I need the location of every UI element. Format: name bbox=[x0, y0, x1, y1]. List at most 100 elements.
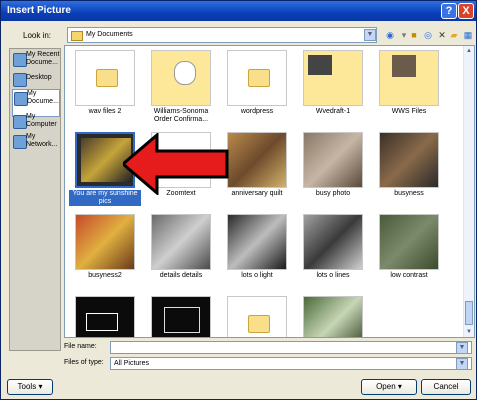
place-label: Desktop bbox=[26, 74, 52, 81]
folder-icon bbox=[248, 315, 270, 333]
arrow-icon bbox=[120, 131, 229, 197]
insert-picture-dialog: Insert Picture ? X Look in: My Documents… bbox=[0, 0, 477, 400]
file-name-label: File name: bbox=[64, 343, 97, 350]
file-label: low contrast bbox=[390, 272, 428, 279]
chevron-down-icon[interactable]: ▼ bbox=[456, 342, 468, 354]
file-thumbnail bbox=[151, 50, 211, 106]
folder-icon bbox=[248, 69, 270, 87]
window-title: Insert Picture bbox=[7, 5, 71, 16]
files-of-type-dropdown[interactable]: All Pictures bbox=[110, 357, 472, 370]
file-item[interactable]: low contrast bbox=[373, 212, 445, 304]
scroll-down-icon[interactable]: ▼ bbox=[465, 328, 473, 336]
folder-icon bbox=[71, 31, 83, 41]
cancel-button[interactable]: Cancel bbox=[421, 379, 471, 395]
file-thumbnail bbox=[303, 50, 363, 106]
new-folder-icon[interactable]: ▰ bbox=[449, 30, 459, 40]
file-thumbnail bbox=[303, 214, 363, 270]
look-in-dropdown[interactable]: My Documents ▼ bbox=[67, 27, 377, 43]
file-item[interactable]: lots o lines bbox=[297, 212, 369, 304]
file-thumbnail bbox=[379, 214, 439, 270]
file-item[interactable] bbox=[69, 294, 141, 337]
desktop-icon bbox=[13, 73, 27, 87]
file-item[interactable] bbox=[297, 294, 369, 337]
file-label: lots o light bbox=[241, 272, 273, 279]
scroll-thumb[interactable] bbox=[465, 301, 473, 325]
file-item[interactable] bbox=[221, 294, 293, 337]
file-label: lots o lines bbox=[316, 272, 350, 279]
file-label: details details bbox=[159, 272, 203, 279]
back-icon[interactable]: ◉ bbox=[385, 30, 395, 40]
file-label: Wvedraft-1 bbox=[315, 108, 351, 115]
places-bar: My Recent Docume... Desktop My Docume...… bbox=[9, 48, 61, 351]
diagram-icon bbox=[86, 313, 118, 331]
place-label: My Recent Docume... bbox=[26, 51, 60, 66]
file-thumbnail bbox=[227, 296, 287, 337]
red-arrow-annotation bbox=[120, 131, 231, 197]
file-label: busyness bbox=[394, 190, 424, 197]
file-label: busy photo bbox=[315, 190, 351, 197]
chevron-down-icon[interactable]: ▼ bbox=[364, 29, 376, 41]
file-item[interactable]: anniversary quilt bbox=[221, 130, 293, 222]
file-item[interactable] bbox=[145, 294, 217, 337]
file-thumbnail bbox=[75, 296, 135, 337]
file-item[interactable]: wav files 2 bbox=[69, 48, 141, 140]
file-label: Williams-Sonoma Order Confirma... bbox=[153, 108, 209, 123]
files-of-type-label: Files of type: bbox=[64, 359, 104, 366]
place-label: My Network... bbox=[26, 133, 58, 148]
file-label: busyness2 bbox=[88, 272, 122, 279]
open-label: Open bbox=[376, 382, 396, 391]
my-computer-icon bbox=[13, 115, 27, 129]
open-button[interactable]: Open ▾ bbox=[361, 379, 417, 395]
file-thumbnail bbox=[379, 50, 439, 106]
file-item[interactable]: busyness2 bbox=[69, 212, 141, 304]
document-icon bbox=[174, 61, 196, 85]
file-controls: File name: ▼ Files of type: All Pictures… bbox=[64, 341, 475, 376]
file-item[interactable]: wordpress bbox=[221, 48, 293, 140]
file-thumbnail bbox=[303, 296, 363, 337]
file-label: anniversary quilt bbox=[231, 190, 283, 197]
diagram-icon bbox=[164, 307, 200, 333]
file-item[interactable]: Wvedraft-1 bbox=[297, 48, 369, 140]
file-label: wav files 2 bbox=[88, 108, 122, 115]
file-item[interactable]: busyness bbox=[373, 130, 445, 222]
file-thumbnail bbox=[227, 50, 287, 106]
place-label: My Computer bbox=[26, 113, 57, 128]
file-item[interactable]: Williams-Sonoma Order Confirma... bbox=[145, 48, 217, 140]
views-icon[interactable]: ▦ bbox=[463, 30, 473, 40]
my-network-icon bbox=[13, 135, 27, 149]
file-label: wordpress bbox=[240, 108, 274, 115]
photo-icon bbox=[392, 55, 416, 77]
file-thumbnail bbox=[151, 296, 211, 337]
file-thumbnail bbox=[303, 132, 363, 188]
close-button[interactable]: X bbox=[458, 3, 474, 19]
file-item[interactable]: busy photo bbox=[297, 130, 369, 222]
up-folder-icon[interactable]: ■ bbox=[409, 30, 419, 40]
file-thumbnail bbox=[227, 132, 287, 188]
photo-icon bbox=[308, 55, 332, 75]
file-thumbnail bbox=[75, 214, 135, 270]
my-documents-icon bbox=[14, 92, 28, 106]
look-in-label: Look in: bbox=[23, 31, 52, 40]
file-item[interactable]: details details bbox=[145, 212, 217, 304]
tools-label: Tools bbox=[17, 382, 37, 391]
file-thumbnail bbox=[379, 132, 439, 188]
chevron-down-icon[interactable]: ▼ bbox=[456, 358, 468, 370]
chevron-down-icon[interactable]: ▾ bbox=[399, 30, 409, 40]
file-item[interactable]: lots o light bbox=[221, 212, 293, 304]
search-web-icon[interactable]: ◎ bbox=[423, 30, 433, 40]
file-thumbnail bbox=[227, 214, 287, 270]
file-item[interactable]: WWS Files bbox=[373, 48, 445, 140]
scroll-up-icon[interactable]: ▲ bbox=[465, 47, 473, 55]
toolbar: ◉ ▾ ■ ◎ ✕ ▰ ▦ bbox=[381, 27, 476, 43]
place-label: My Docume... bbox=[27, 90, 59, 105]
place-my-network[interactable]: My Network... bbox=[12, 133, 60, 161]
delete-icon[interactable]: ✕ bbox=[437, 30, 447, 40]
title-bar: Insert Picture ? X bbox=[1, 1, 476, 21]
help-button[interactable]: ? bbox=[441, 3, 457, 19]
vertical-scrollbar[interactable]: ▲ ▼ bbox=[463, 46, 474, 337]
file-name-input[interactable] bbox=[110, 341, 472, 354]
recent-documents-icon bbox=[13, 53, 27, 67]
file-thumbnail bbox=[75, 50, 135, 106]
tools-button[interactable]: Tools ▾ bbox=[7, 379, 53, 395]
folder-icon bbox=[96, 69, 118, 87]
